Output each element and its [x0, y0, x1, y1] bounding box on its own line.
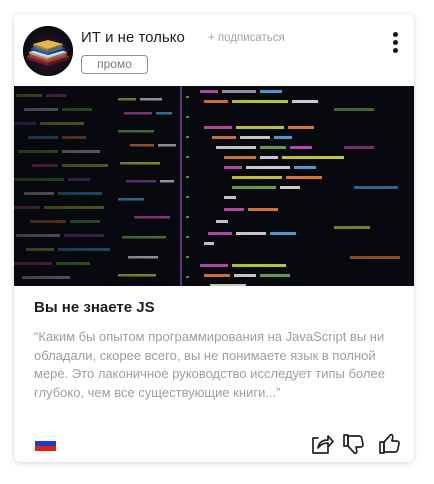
post-header: ИТ и не только + подписаться промо: [14, 14, 414, 86]
post-card: ИТ и не только + подписаться промо Вы не…: [14, 14, 414, 462]
code-editor-screenshot: [14, 86, 414, 286]
menu-dot-icon: [393, 32, 398, 37]
channel-name[interactable]: ИТ и не только: [81, 29, 185, 46]
subscribe-link[interactable]: + подписаться: [208, 32, 285, 44]
share-button[interactable]: [310, 432, 334, 456]
share-icon: [312, 435, 334, 454]
post-cover-image[interactable]: [14, 86, 414, 286]
more-options-button[interactable]: [386, 30, 404, 56]
menu-dot-icon: [393, 40, 398, 45]
dislike-button[interactable]: [342, 432, 366, 456]
book-stack-icon: [23, 26, 73, 76]
like-button[interactable]: [378, 432, 402, 456]
like-icon: [379, 433, 400, 454]
post-title[interactable]: Вы не знаете JS: [34, 299, 155, 316]
russia-flag-icon[interactable]: [34, 435, 57, 451]
flag-graphic: [34, 435, 57, 451]
dislike-icon: [343, 434, 364, 455]
menu-dot-icon: [393, 48, 398, 53]
channel-avatar[interactable]: [23, 26, 73, 76]
post-excerpt: “Каким бы опытом программирования на Jav…: [34, 329, 385, 400]
promo-badge: промо: [81, 55, 148, 74]
